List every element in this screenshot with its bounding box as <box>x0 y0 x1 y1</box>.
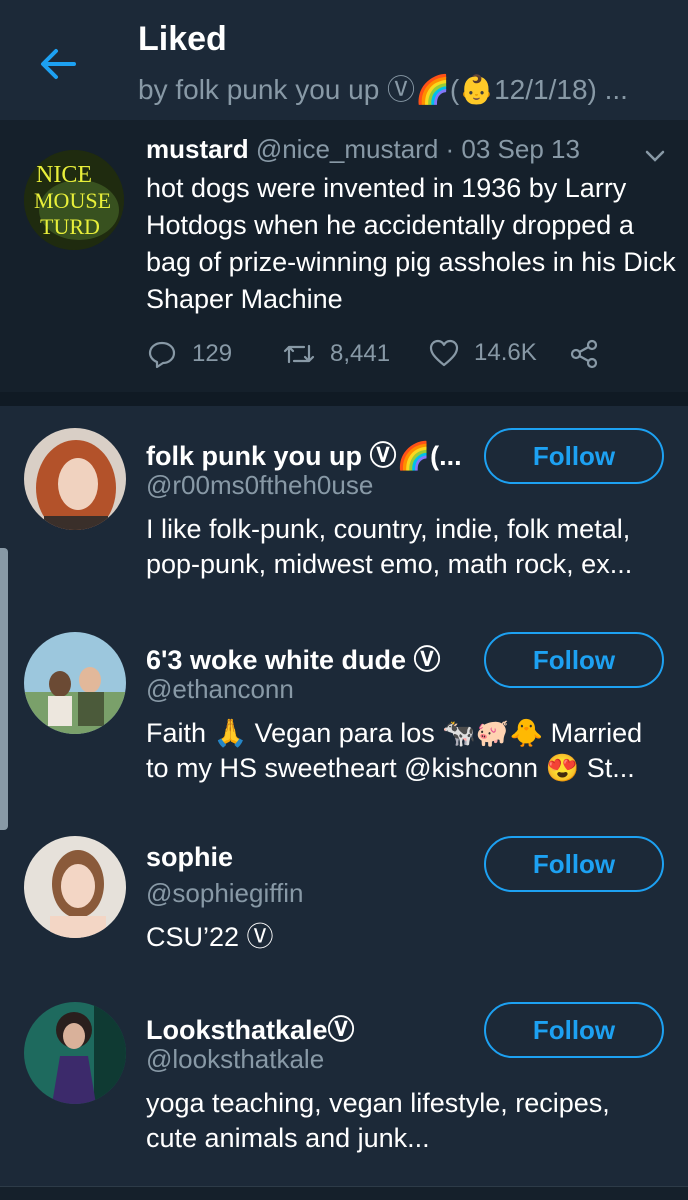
user-handle: @sophiegiffin <box>146 878 304 908</box>
chevron-down-icon <box>645 150 665 162</box>
user-handle: @r00ms0ftheh0use <box>146 470 374 500</box>
tweet-actions: 129 8,441 14.6K <box>146 338 666 378</box>
avatar[interactable] <box>24 428 126 530</box>
user-name: LooksthatkaleⓋ <box>146 1015 355 1045</box>
follow-button[interactable]: Follow <box>484 1002 664 1058</box>
avatar-photo <box>24 428 126 530</box>
user-bio: I like folk-punk, country, indie, folk m… <box>146 514 633 579</box>
user-handle: @looksthatkale <box>146 1044 325 1074</box>
nice-mouse-turd-logo: NICE MOUSE TURD <box>24 150 124 250</box>
user-row[interactable]: folk punk you up Ⓥ🌈(... @r00ms0ftheh0use… <box>0 406 688 609</box>
user-name: 6'3 woke white dude Ⓥ <box>146 645 441 675</box>
share-icon <box>570 339 598 369</box>
user-row[interactable]: 6'3 woke white dude Ⓥ @ethanconn Faith 🙏… <box>0 608 688 813</box>
user-bio: CSU’22 Ⓥ <box>146 922 274 952</box>
tweet-date: · 03 Sep 13 <box>445 134 580 164</box>
user-row[interactable]: sophie @sophiegiffin CSU’22 Ⓥ Follow <box>0 812 688 979</box>
user-bio: yoga teaching, vegan lifestyle, recipes,… <box>146 1088 610 1153</box>
reply-icon <box>148 341 176 369</box>
retweet-count: 8,441 <box>330 340 391 367</box>
author-name[interactable]: mustard <box>146 134 249 164</box>
follow-button[interactable]: Follow <box>484 428 664 484</box>
follow-button[interactable]: Follow <box>484 836 664 892</box>
section-divider <box>0 392 688 406</box>
liked-tweet[interactable]: NICE MOUSE TURD mustard @nice_mustard · … <box>0 120 688 393</box>
user-name: folk punk you up Ⓥ🌈(... <box>146 441 462 471</box>
avatar-photo <box>24 1002 126 1104</box>
avatar[interactable] <box>24 1002 126 1104</box>
scroll-indicator[interactable] <box>0 548 8 830</box>
share-button[interactable] <box>568 338 614 370</box>
svg-text:MOUSE: MOUSE <box>34 188 111 213</box>
tweet-text: hot dogs were invented in 1936 by Larry … <box>146 173 676 314</box>
svg-text:TURD: TURD <box>40 214 100 239</box>
reply-count: 129 <box>192 340 233 367</box>
avatar-photo <box>24 632 126 734</box>
svg-text:NICE: NICE <box>36 162 92 188</box>
follow-button[interactable]: Follow <box>484 632 664 688</box>
user-row[interactable]: LooksthatkaleⓋ @looksthatkale yoga teach… <box>0 978 688 1187</box>
avatar-photo <box>24 836 126 938</box>
avatar[interactable] <box>24 836 126 938</box>
avatar[interactable] <box>24 632 126 734</box>
like-count: 14.6K <box>474 339 537 366</box>
user-handle: @ethanconn <box>146 674 294 704</box>
reply-button[interactable]: 129 <box>146 338 232 370</box>
tweet-menu-button[interactable] <box>640 144 670 168</box>
top-app-bar: Liked by folk punk you up Ⓥ🌈(👶12/1/18) .… <box>0 0 688 120</box>
back-arrow-icon <box>41 49 76 79</box>
page-subtitle: by folk punk you up Ⓥ🌈(👶12/1/18) ... <box>138 74 628 105</box>
avatar[interactable]: NICE MOUSE TURD <box>24 150 124 250</box>
retweet-button[interactable]: 8,441 <box>282 338 390 370</box>
like-button[interactable]: 14.6K <box>428 338 537 368</box>
author-handle[interactable]: @nice_mustard <box>256 134 438 164</box>
heart-icon <box>429 339 459 367</box>
retweet-icon <box>283 344 315 364</box>
tweet-header: mustard @nice_mustard · 03 Sep 13 <box>146 134 666 165</box>
back-button[interactable] <box>34 40 82 88</box>
page-title: Liked <box>138 20 227 58</box>
user-name: sophie <box>146 842 234 872</box>
user-bio: Faith 🙏 Vegan para los 🐄🐖🐥 Married to my… <box>146 718 643 783</box>
